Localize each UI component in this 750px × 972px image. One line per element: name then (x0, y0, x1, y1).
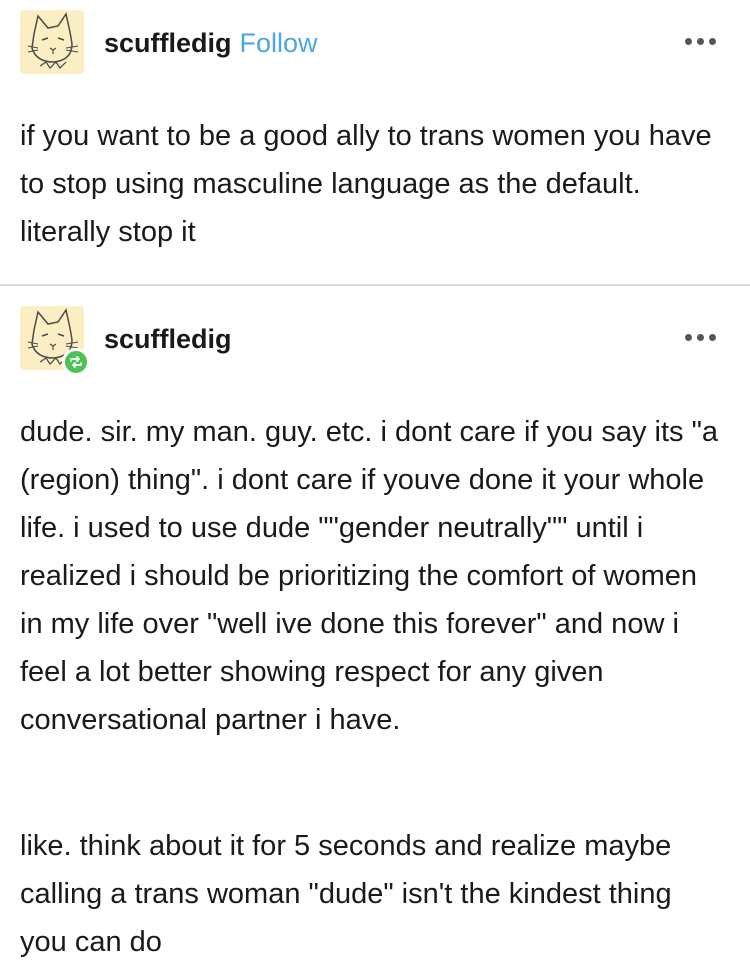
reblog-paragraph: like. think about it for 5 seconds and r… (20, 830, 672, 958)
reblog-icon (62, 348, 90, 376)
cat-avatar-icon[interactable] (20, 10, 84, 74)
post-body-text: if you want to be a good ally to trans w… (20, 120, 712, 248)
more-options-icon[interactable] (685, 38, 716, 45)
post-divider (0, 284, 750, 286)
more-options-icon[interactable] (685, 334, 716, 341)
username-row: scuffledig Follow (104, 28, 318, 59)
follow-button[interactable]: Follow (240, 28, 318, 58)
dot (709, 334, 716, 341)
dot (685, 38, 692, 45)
dot (697, 38, 704, 45)
dot (709, 38, 716, 45)
reblog-username[interactable]: scuffledig (104, 324, 232, 355)
dot (685, 334, 692, 341)
username-link[interactable]: scuffledig (104, 28, 232, 58)
reblog-paragraph: dude. sir. my man. guy. etc. i dont care… (20, 416, 719, 736)
dot (697, 334, 704, 341)
